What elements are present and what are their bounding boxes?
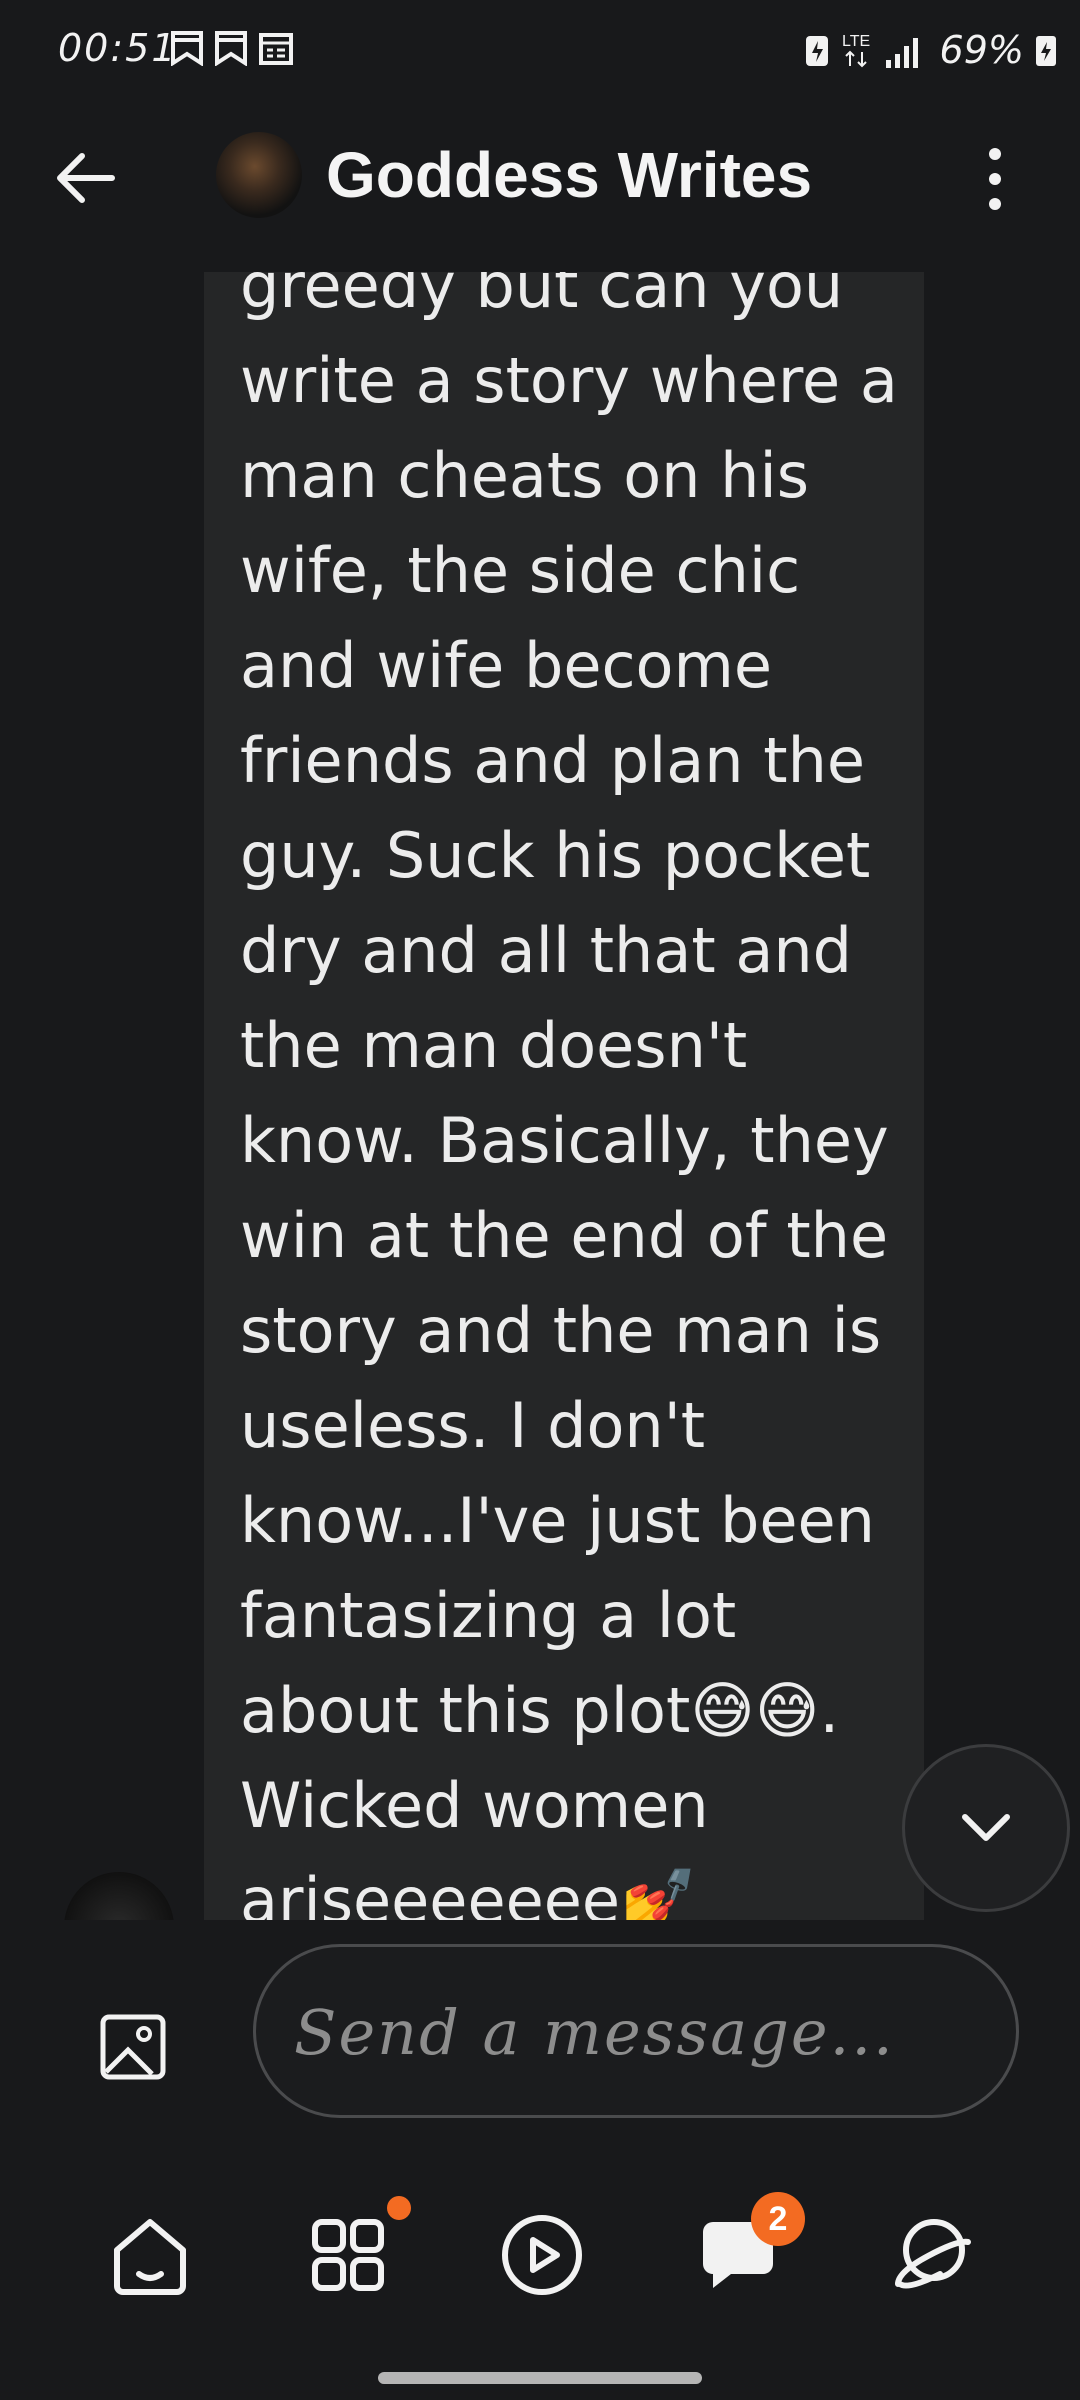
apps-grid-icon	[312, 2219, 384, 2291]
message-text: greedy but can you write a story where a…	[240, 272, 918, 1920]
chat-avatar[interactable]	[216, 132, 302, 218]
nav-chats[interactable]: 2	[683, 2192, 805, 2310]
chat-title[interactable]: Goddess Writes	[326, 138, 812, 212]
bookmark-icon	[171, 31, 203, 66]
battery-icon	[1036, 36, 1056, 66]
chat-messages[interactable]: greedy but can you write a story where a…	[0, 272, 1080, 1920]
message-input-container[interactable]	[253, 1944, 1019, 2118]
message-input[interactable]	[292, 1947, 976, 2117]
battery-percent: 69%	[939, 28, 1024, 72]
nav-play[interactable]	[487, 2200, 597, 2310]
home-icon	[114, 2219, 186, 2295]
image-icon	[100, 2014, 166, 2080]
nav-home[interactable]	[95, 2200, 205, 2310]
svg-text:LTE: LTE	[842, 33, 870, 50]
status-bar: 00:51 LTE 69%	[0, 0, 1080, 100]
lte-signal-icon: LTE	[842, 33, 918, 68]
play-circle-icon	[502, 2215, 582, 2295]
attach-image-button[interactable]	[98, 2012, 168, 2082]
home-indicator[interactable]	[378, 2372, 702, 2384]
apps-notification-dot	[387, 2196, 411, 2220]
message-bubble[interactable]: greedy but can you write a story where a…	[204, 272, 924, 1920]
battery-saver-icon	[805, 36, 828, 66]
bookmark-icon	[215, 31, 247, 66]
nav-apps[interactable]	[293, 2196, 411, 2310]
bottom-navigation: 2	[0, 2192, 1080, 2320]
more-vertical-icon	[989, 148, 1001, 210]
chevron-down-icon	[962, 1814, 1010, 1841]
status-right: LTE 69%	[804, 28, 1058, 72]
back-button[interactable]	[50, 148, 120, 208]
calendar-icon	[259, 33, 293, 65]
nav-explore[interactable]	[878, 2200, 988, 2310]
status-time: 00:51	[58, 26, 178, 70]
chat-unread-badge: 2	[751, 2192, 805, 2246]
scroll-to-bottom-button[interactable]	[902, 1744, 1070, 1912]
planet-icon	[895, 2219, 971, 2289]
back-arrow-icon	[57, 153, 115, 203]
chat-header: Goddess Writes	[0, 120, 1080, 236]
notification-icons	[170, 30, 294, 66]
more-options-button[interactable]	[980, 144, 1010, 214]
sender-avatar[interactable]	[64, 1872, 174, 1920]
